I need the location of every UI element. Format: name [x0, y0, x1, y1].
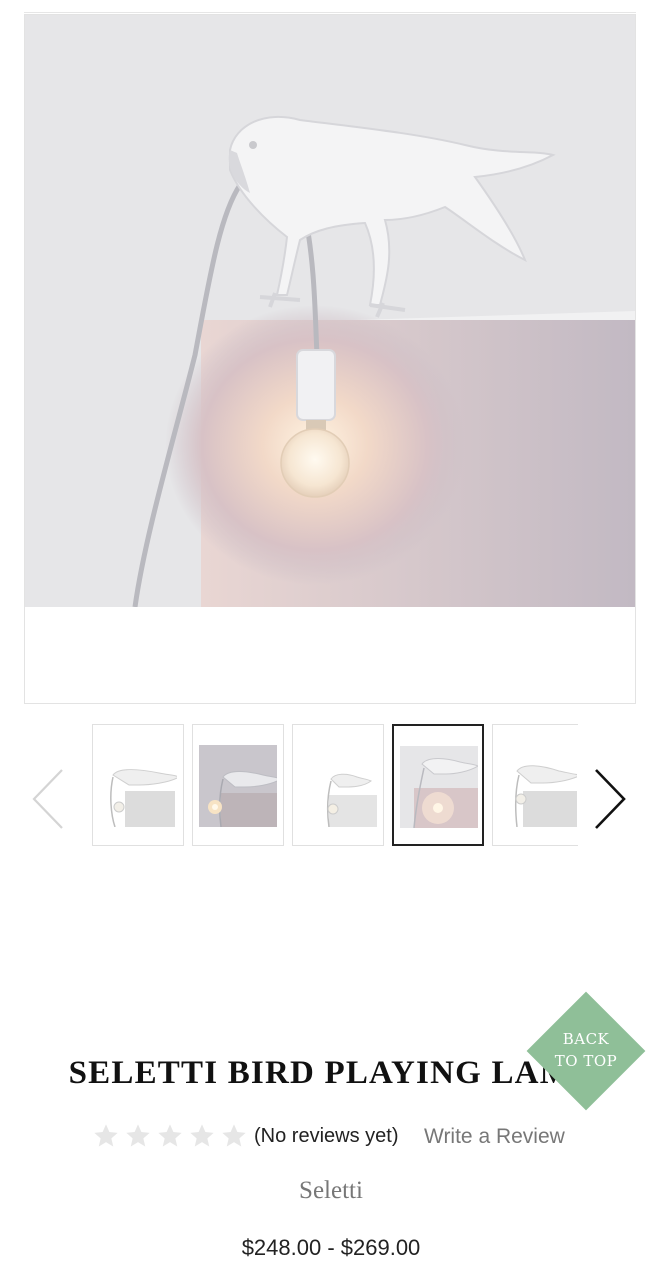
star-icon [124, 1122, 152, 1150]
gallery-prev-button[interactable] [28, 766, 68, 832]
thumbnail-1[interactable] [92, 724, 184, 846]
main-product-image[interactable] [25, 15, 635, 607]
chevron-left-icon [32, 769, 63, 829]
thumbnail-image [99, 745, 177, 827]
rating-stars [92, 1122, 252, 1150]
star-icon [92, 1122, 120, 1150]
gallery-next-button[interactable] [590, 766, 630, 832]
thumbnail-2[interactable] [192, 724, 284, 846]
chevron-right-icon [595, 769, 626, 829]
back-to-top-line1: BACK [562, 1030, 610, 1048]
brand-link[interactable]: Seletti [0, 1174, 662, 1208]
thumbnail-image [299, 745, 377, 827]
thumbnail-5[interactable] [492, 724, 578, 846]
write-review-link[interactable]: Write a Review [424, 1123, 565, 1151]
thumbnail-image [400, 746, 478, 828]
thumbnail-4[interactable] [392, 724, 484, 846]
back-to-top-button[interactable]: BACK TO TOP [526, 991, 646, 1111]
rating-row: (No reviews yet) Write a Review [0, 1118, 662, 1152]
top-divider [24, 12, 636, 13]
main-product-image-frame[interactable] [24, 14, 636, 704]
thumbnail-3[interactable] [292, 724, 384, 846]
thumbnail-image [199, 745, 277, 827]
thumbnail-image [499, 745, 577, 827]
reviews-count-text: (No reviews yet) [254, 1125, 399, 1147]
back-to-top-label: BACK TO TOP [527, 1028, 645, 1072]
product-price: $248.00 - $269.00 [241, 1235, 421, 1260]
star-icon [156, 1122, 184, 1150]
star-icon [188, 1122, 216, 1150]
back-to-top-line2: TO TOP [554, 1052, 618, 1070]
thumbnail-strip [90, 724, 578, 848]
star-icon [220, 1122, 248, 1150]
